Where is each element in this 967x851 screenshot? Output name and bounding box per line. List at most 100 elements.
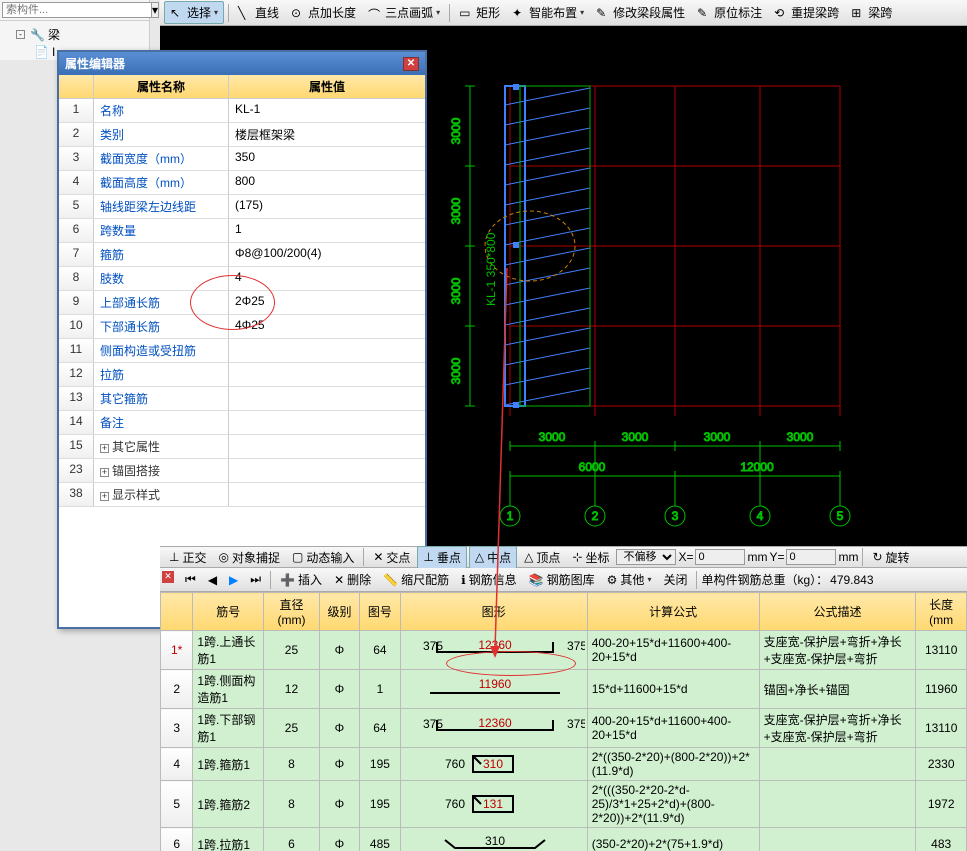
apex-button[interactable]: △顶点: [519, 547, 565, 568]
property-row[interactable]: 7箍筋Φ8@100/200(4): [59, 243, 425, 267]
prev-button[interactable]: ◀: [203, 571, 222, 589]
line-button[interactable]: ╲直线: [233, 2, 284, 23]
svg-text:1: 1: [507, 509, 514, 523]
btn-label: 点加长度: [308, 4, 356, 21]
property-row[interactable]: 9上部通长筋2Φ25: [59, 291, 425, 315]
table-row[interactable]: 5 1跨.箍筋2 8 Φ 195 760 131 2*(((350-2*20-2…: [161, 781, 967, 828]
offset-select[interactable]: 不偏移: [616, 549, 676, 565]
property-row[interactable]: 3截面宽度（mm）350: [59, 147, 425, 171]
property-row[interactable]: 11侧面构造或受扭筋: [59, 339, 425, 363]
property-row[interactable]: 10下部通长筋4Φ25: [59, 315, 425, 339]
property-row[interactable]: 2类别楼层框架梁: [59, 123, 425, 147]
table-row[interactable]: 2 1跨.侧面构造筋1 12 Φ 1 11960 15*d+11600+15*d…: [161, 670, 967, 709]
close-panel-icon[interactable]: ✕: [162, 571, 174, 583]
property-header: 属性名称 属性值: [59, 75, 425, 99]
column-header[interactable]: [161, 593, 193, 631]
svg-text:131: 131: [483, 797, 503, 811]
modify-button[interactable]: ✎修改梁段属性: [591, 2, 690, 23]
column-header[interactable]: 公式描述: [759, 593, 916, 631]
search-dropdown[interactable]: ▾: [152, 2, 159, 18]
inplace-button[interactable]: ✎原位标注: [692, 2, 767, 23]
tree-item-beam[interactable]: - 🔧 梁: [4, 25, 145, 44]
y-input[interactable]: [786, 549, 836, 565]
svg-text:3000: 3000: [449, 117, 463, 144]
btn-label: 顶点: [536, 549, 560, 566]
ortho-button[interactable]: ⊥正交: [164, 547, 211, 568]
column-header[interactable]: 图形: [400, 593, 587, 631]
btn-label: 梁跨: [868, 4, 892, 21]
property-row[interactable]: 14备注: [59, 411, 425, 435]
property-row[interactable]: 13其它箍筋: [59, 387, 425, 411]
svg-text:310: 310: [485, 834, 505, 848]
column-header[interactable]: 级别: [319, 593, 359, 631]
svg-text:3000: 3000: [449, 277, 463, 304]
lib-button[interactable]: 📚钢筋图库: [524, 569, 600, 590]
title-text: 属性编辑器: [65, 55, 125, 72]
btn-label: 坐标: [585, 549, 609, 566]
table-row[interactable]: 4 1跨.箍筋1 8 Φ 195 760 310 2*((350-2*20)+(…: [161, 748, 967, 781]
rotate-button[interactable]: ↻旋转: [867, 547, 914, 568]
result-toolbar: ⏮ ◀ ▶ ⏭ ➕插入 ✕删除 📏缩尺配筋 ℹ钢筋信息 📚钢筋图库 ⚙其他▾ 关…: [160, 568, 967, 592]
coord-button[interactable]: ⊹坐标: [567, 547, 614, 568]
scale-button[interactable]: 📏缩尺配筋: [378, 569, 454, 590]
next-button[interactable]: ▶: [224, 571, 243, 589]
beam-label: KL-1 350*800: [484, 232, 498, 306]
osnap-button[interactable]: ◎对象捕捉: [213, 547, 285, 568]
delete-button[interactable]: ✕删除: [329, 569, 376, 590]
close-result-button[interactable]: 关闭: [658, 569, 692, 590]
btn-label: 正交: [182, 549, 206, 566]
table-row[interactable]: 6 1跨.拉筋1 6 Φ 485 310 (350-2*20)+2*(75+1.…: [161, 828, 967, 851]
svg-text:12360: 12360: [478, 716, 512, 730]
top-toolbar: ↖选择▾ ╲直线 ⊙点加长度 ⌒三点画弧▾ ▭矩形 ✦智能布置▾ ✎修改梁段属性…: [160, 0, 967, 26]
svg-text:310: 310: [483, 757, 503, 771]
beam-end-button[interactable]: ⊞梁跨: [846, 2, 897, 23]
search-input[interactable]: [2, 2, 152, 18]
x-input[interactable]: [695, 549, 745, 565]
mm-label: mm: [747, 550, 767, 564]
perp-button[interactable]: ⊥垂点: [417, 546, 466, 569]
property-row-expandable[interactable]: 15+其它属性: [59, 435, 425, 459]
table-row[interactable]: 1* 1跨.上通长筋1 25 Φ 64 375 12360 375 400-20…: [161, 631, 967, 670]
svg-text:3000: 3000: [539, 430, 566, 444]
col-name: 属性名称: [94, 75, 229, 98]
dyn-button[interactable]: ▢动态输入: [287, 547, 359, 568]
svg-text:2: 2: [592, 509, 599, 523]
property-row-expandable[interactable]: 23+锚固搭接: [59, 459, 425, 483]
column-header[interactable]: 长度(mm: [916, 593, 967, 631]
property-row[interactable]: 6跨数量1: [59, 219, 425, 243]
mid-button[interactable]: △中点: [469, 546, 517, 569]
last-button[interactable]: ⏭: [245, 570, 266, 589]
svg-text:6000: 6000: [579, 460, 606, 474]
column-header[interactable]: 计算公式: [587, 593, 759, 631]
inter-button[interactable]: ✕交点: [368, 547, 415, 568]
btn-label: 矩形: [476, 4, 500, 21]
property-row[interactable]: 5轴线距梁左边线距(175): [59, 195, 425, 219]
smart-button[interactable]: ✦智能布置▾: [507, 2, 589, 23]
property-editor-title[interactable]: 属性编辑器 ✕: [59, 52, 425, 75]
info-button[interactable]: ℹ钢筋信息: [456, 569, 522, 590]
expand-icon[interactable]: -: [16, 30, 25, 39]
column-header[interactable]: 图号: [360, 593, 400, 631]
insert-button[interactable]: ➕插入: [275, 569, 327, 590]
point-add-button[interactable]: ⊙点加长度: [286, 2, 361, 23]
svg-text:4: 4: [757, 509, 764, 523]
three-arc-button[interactable]: ⌒三点画弧▾: [363, 2, 445, 23]
btn-label: 重提梁跨: [791, 4, 839, 21]
property-row-expandable[interactable]: 38+显示样式: [59, 483, 425, 507]
property-row[interactable]: 4截面高度（mm）800: [59, 171, 425, 195]
property-row[interactable]: 1名称KL-1: [59, 99, 425, 123]
svg-text:12360: 12360: [478, 638, 512, 652]
svg-text:3000: 3000: [449, 357, 463, 384]
other-button[interactable]: ⚙其他▾: [602, 569, 657, 590]
rect-button[interactable]: ▭矩形: [454, 2, 505, 23]
column-header[interactable]: 筋号: [193, 593, 264, 631]
property-row[interactable]: 12拉筋: [59, 363, 425, 387]
property-row[interactable]: 8肢数4: [59, 267, 425, 291]
rehang-button[interactable]: ⟲重提梁跨: [769, 2, 844, 23]
column-header[interactable]: 直径(mm): [264, 593, 320, 631]
close-icon[interactable]: ✕: [403, 57, 419, 71]
table-row[interactable]: 3 1跨.下部钢筋1 25 Φ 64 375 12360 375 400-20+…: [161, 709, 967, 748]
first-button[interactable]: ⏮: [180, 570, 201, 589]
svg-text:760: 760: [445, 757, 465, 771]
select-button[interactable]: ↖选择▾: [164, 1, 224, 24]
